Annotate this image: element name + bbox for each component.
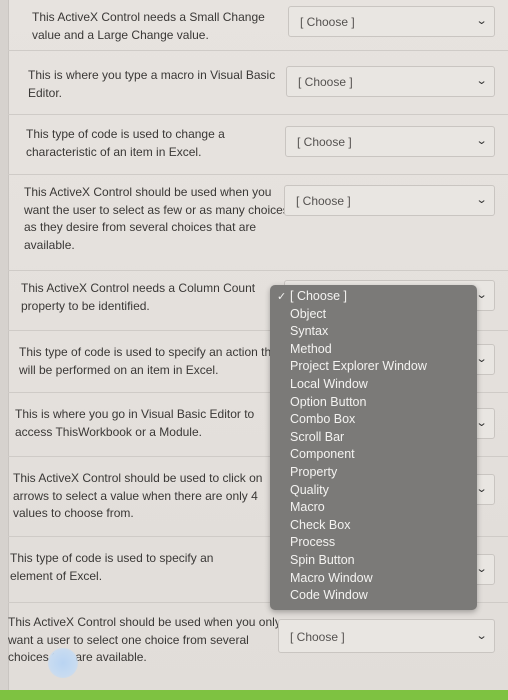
dropdown-option[interactable]: Scroll Bar: [290, 430, 344, 444]
dropdown-option[interactable]: Code Window: [290, 588, 368, 602]
dropdown-option[interactable]: Macro: [290, 500, 325, 514]
question-text: This ActiveX Control should be used when…: [24, 185, 289, 252]
chevron-down-icon: ⌄: [475, 194, 488, 206]
chevron-down-icon: ⌄: [475, 289, 488, 301]
dropdown-option[interactable]: Check Box: [290, 518, 350, 532]
chevron-down-icon: ⌄: [475, 563, 488, 575]
dropdown-option[interactable]: Quality: [290, 483, 329, 497]
question-text: This is where you type a macro in Visual…: [28, 68, 276, 100]
chevron-down-icon: ⌄: [475, 483, 488, 495]
camera-glare: [48, 648, 78, 678]
question-text: This type of code is used to specify an …: [19, 345, 282, 377]
chevron-down-icon: ⌄: [475, 75, 488, 87]
chevron-down-icon: ⌄: [475, 417, 488, 429]
question-row: This type of code is used to change a ch…: [8, 114, 508, 175]
dropdown-option[interactable]: Macro Window: [290, 571, 373, 585]
chevron-down-icon: ⌄: [475, 135, 488, 147]
dropdown-option[interactable]: Process: [290, 535, 335, 549]
dropdown-option[interactable]: Spin Button: [290, 553, 355, 567]
dropdown-option[interactable]: Local Window: [290, 377, 368, 391]
checkmark-icon: ✓: [277, 291, 287, 303]
dropdown-option[interactable]: [ Choose ]: [290, 289, 347, 303]
question-row: This ActiveX Control needs a Small Chang…: [8, 0, 508, 51]
question-text: This ActiveX Control needs a Column Coun…: [21, 281, 256, 313]
dropdown-option[interactable]: Object: [290, 307, 326, 321]
dropdown-option[interactable]: Combo Box: [290, 412, 355, 426]
question-text: This is where you go in Visual Basic Edi…: [15, 407, 255, 439]
question-row: This ActiveX Control should be used when…: [8, 174, 508, 271]
dropdown-option[interactable]: Project Explorer Window: [290, 359, 427, 373]
select-value: [ Choose ]: [297, 135, 352, 149]
dropdown-option[interactable]: Property: [290, 465, 337, 479]
question-text: This type of code is used to specify an …: [10, 551, 214, 583]
select-value: [ Choose ]: [300, 15, 355, 29]
question-text: This ActiveX Control should be used to c…: [13, 471, 263, 520]
answer-select[interactable]: [ Choose ] ⌄: [285, 126, 495, 157]
question-row: This is where you type a macro in Visual…: [8, 50, 508, 115]
dropdown-option[interactable]: Syntax: [290, 324, 328, 338]
answer-select[interactable]: [ Choose ] ⌄: [286, 66, 495, 97]
chevron-down-icon: ⌄: [475, 353, 488, 365]
dropdown-option[interactable]: Method: [290, 342, 332, 356]
dropdown-menu: ✓ [ Choose ] Object Syntax Method Project Ex…: [270, 285, 477, 610]
bottom-bar: [0, 690, 508, 700]
answer-select[interactable]: [ Choose ] ⌄: [288, 6, 495, 37]
answer-select[interactable]: [ Choose ] ⌄: [284, 185, 495, 216]
select-value: [ Choose ]: [298, 75, 353, 89]
dropdown-option[interactable]: Option Button: [290, 395, 366, 409]
question-text: This ActiveX Control needs a Small Chang…: [32, 10, 265, 42]
dropdown-option[interactable]: Component: [290, 447, 355, 461]
chevron-down-icon: ⌄: [475, 15, 488, 27]
select-value: [ Choose ]: [296, 194, 351, 208]
answer-select[interactable]: [ Choose ] ⌄: [278, 619, 495, 653]
select-value: [ Choose ]: [290, 630, 345, 644]
chevron-down-icon: ⌄: [475, 630, 488, 642]
question-text: This type of code is used to change a ch…: [26, 127, 225, 159]
question-row: This ActiveX Control should be used when…: [8, 602, 508, 690]
